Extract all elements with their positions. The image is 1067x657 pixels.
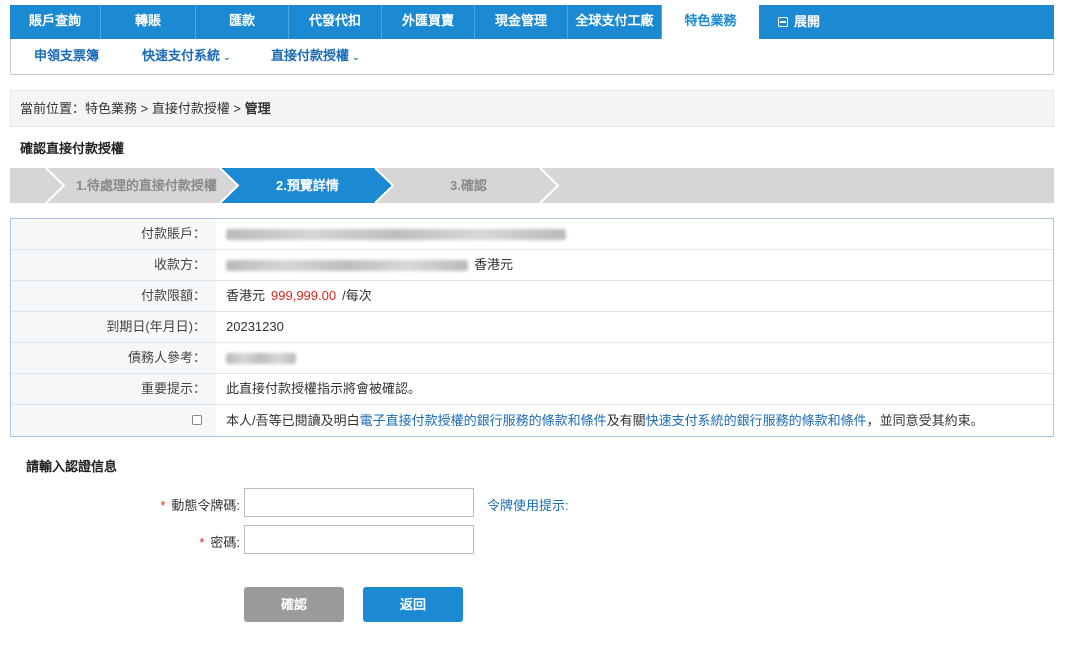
row-expiry: 到期日(年月日)： 20231230	[11, 312, 1053, 343]
breadcrumb: 當前位置：特色業務 > 直接付款授權 > 管理	[10, 90, 1054, 127]
step-2: 2.預覽詳情	[276, 178, 339, 193]
payee-currency: 香港元	[474, 257, 514, 272]
sub-nav: 申領支票簿 快速支付系統 ⌄ 直接付款授權 ⌄	[10, 39, 1054, 75]
redacted-debtor-ref	[226, 352, 296, 364]
payee-value: 香港元	[216, 250, 1053, 280]
limit-unit: /每次	[342, 288, 372, 303]
limit-label: 付款限額：	[11, 281, 216, 311]
row-payee: 收款方： 香港元	[11, 250, 1053, 281]
subnav-direct-debit[interactable]: 直接付款授權 ⌄	[271, 39, 360, 74]
subnav-chequebook[interactable]: 申領支票簿	[34, 39, 99, 73]
row-limit: 付款限額： 香港元 999,999.00/每次	[11, 281, 1053, 312]
row-debtor-ref: 債務人參考：	[11, 343, 1053, 374]
breadcrumb-path: 當前位置：特色業務 > 直接付款授權 >	[20, 101, 245, 116]
password-input[interactable]	[244, 525, 474, 554]
notice-text: 此直接付款授權指示將會被確認。	[226, 381, 422, 396]
chevron-down-icon: ⌄	[223, 52, 231, 62]
terms-text: 本人/吾等已閱讀及明白 電子直接付款授權的銀行服務的條款和條件 及有關 快速支付系統的…	[216, 405, 1053, 436]
tab-transfer[interactable]: 轉賬	[101, 5, 196, 39]
limit-amount: 999,999.00	[271, 288, 337, 303]
token-label: * 動態令牌碼:	[130, 495, 240, 514]
back-button[interactable]: 返回	[363, 587, 463, 622]
tab-global-payment[interactable]: 全球支付工廠	[568, 5, 662, 39]
terms-checkbox[interactable]	[192, 415, 202, 425]
debtor-ref-label: 債務人參考：	[11, 343, 216, 373]
collapse-square-icon	[777, 17, 788, 27]
tab-cash-management[interactable]: 現金管理	[475, 5, 568, 39]
tab-remittance[interactable]: 匯款	[196, 5, 289, 39]
limit-value: 香港元 999,999.00/每次	[216, 281, 1053, 311]
password-label-text: 密碼:	[210, 535, 240, 550]
token-hint-link[interactable]: 令牌使用提示:	[487, 495, 569, 514]
tab-fx-trading[interactable]: 外匯買賣	[382, 5, 475, 39]
row-notice: 重要提示： 此直接付款授權指示將會被確認。	[11, 374, 1053, 405]
expand-label: 展開	[793, 14, 820, 29]
debtor-ref-value	[216, 343, 1053, 373]
terms-checkbox-cell	[11, 405, 216, 436]
terms-middle: 及有關	[606, 412, 646, 428]
tab-special-services[interactable]: 特色業務	[662, 5, 759, 39]
required-mark: *	[199, 535, 205, 550]
payee-label: 收款方：	[11, 250, 216, 280]
page-title: 確認直接付款授權	[20, 141, 125, 156]
token-label-text: 動態令牌碼:	[171, 498, 240, 513]
top-nav: 賬戶查詢 轉賬 匯款 代發代扣 外匯買賣 現金管理 全球支付工廠 特色業務 展開	[10, 5, 1054, 39]
terms-link-edda[interactable]: 電子直接付款授權的銀行服務的條款和條件	[360, 406, 607, 436]
subnav-fps[interactable]: 快速支付系統 ⌄	[142, 39, 231, 74]
redacted-account	[226, 228, 566, 240]
step-divider	[539, 168, 560, 203]
breadcrumb-current: 管理	[244, 101, 271, 116]
expand-button[interactable]: 展開	[759, 5, 839, 39]
step-1: 1.待處理的直接付款授權	[76, 178, 217, 193]
terms-prefix: 本人/吾等已閱讀及明白	[226, 412, 360, 428]
step-3: 3.確認	[450, 178, 487, 193]
expiry-value: 20231230	[226, 319, 284, 334]
tab-account-inquiry[interactable]: 賬戶查詢	[10, 5, 101, 39]
redacted-payee	[226, 259, 468, 271]
step-lead	[10, 168, 64, 203]
limit-currency: 香港元	[226, 288, 266, 303]
expiry-label: 到期日(年月日)：	[11, 312, 216, 342]
confirm-button[interactable]: 確認	[244, 587, 344, 622]
payer-account-value	[216, 219, 1053, 249]
terms-suffix: ，並同意受其約束。	[866, 412, 984, 428]
row-payer-account: 付款賬戶：	[11, 219, 1053, 250]
row-terms: 本人/吾等已閱讀及明白 電子直接付款授權的銀行服務的條款和條件 及有關 快速支付系統的…	[11, 405, 1053, 436]
tab-payroll[interactable]: 代發代扣	[289, 5, 382, 39]
required-mark: *	[160, 498, 166, 513]
payer-account-label: 付款賬戶：	[11, 219, 216, 249]
token-input[interactable]	[244, 488, 474, 517]
chevron-down-icon: ⌄	[352, 52, 360, 62]
step-indicator: 1.待處理的直接付款授權 2.預覽詳情 3.確認	[10, 168, 1054, 203]
notice-label: 重要提示：	[11, 374, 216, 404]
details-table: 付款賬戶： 收款方： 香港元 付款限額： 香港元 999,999.00/每次 到期…	[10, 218, 1054, 437]
password-label: * 密碼:	[130, 532, 240, 551]
auth-title: 請輸入認證信息	[26, 459, 118, 474]
terms-link-fps[interactable]: 快速支付系統的銀行服務的條款和條件	[646, 406, 867, 436]
